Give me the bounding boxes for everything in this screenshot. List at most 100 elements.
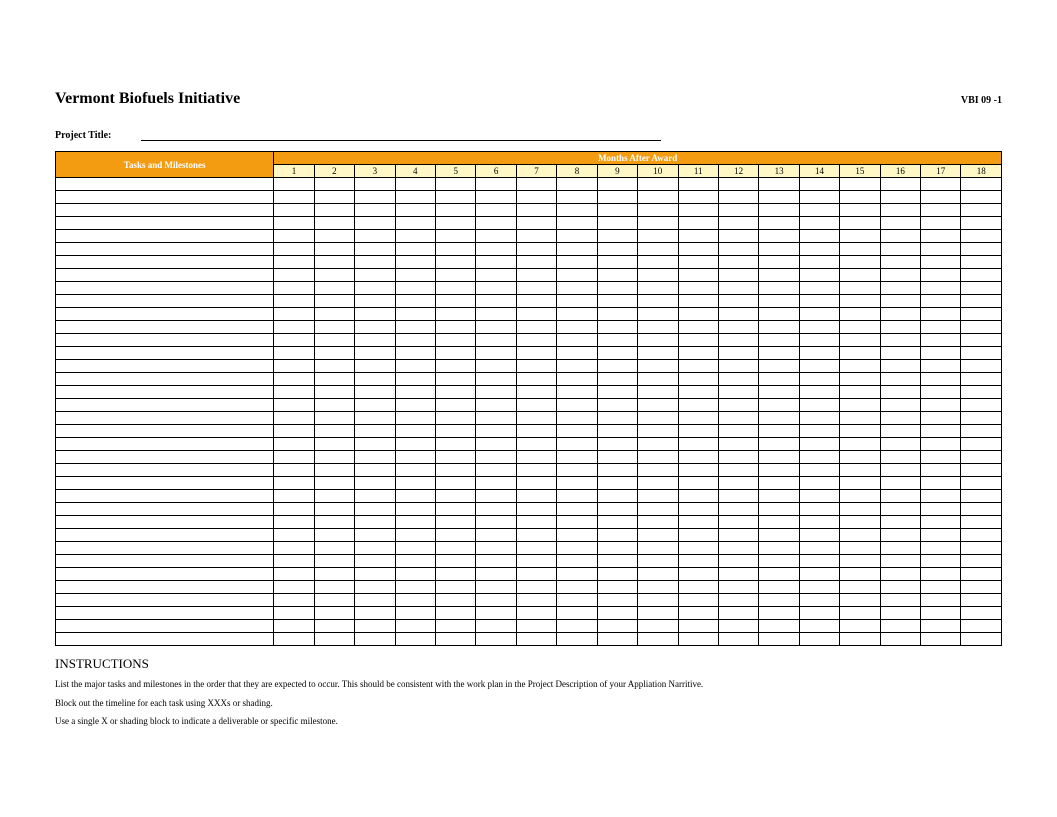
month-cell[interactable]	[395, 308, 435, 321]
month-cell[interactable]	[840, 477, 880, 490]
task-cell[interactable]	[56, 633, 274, 646]
month-cell[interactable]	[476, 490, 516, 503]
month-cell[interactable]	[961, 243, 1002, 256]
month-cell[interactable]	[314, 191, 354, 204]
month-cell[interactable]	[880, 360, 920, 373]
month-cell[interactable]	[516, 399, 556, 412]
month-cell[interactable]	[557, 412, 597, 425]
month-cell[interactable]	[314, 568, 354, 581]
month-cell[interactable]	[516, 308, 556, 321]
month-cell[interactable]	[759, 204, 799, 217]
task-cell[interactable]	[56, 217, 274, 230]
month-cell[interactable]	[678, 269, 718, 282]
month-cell[interactable]	[516, 347, 556, 360]
month-cell[interactable]	[840, 321, 880, 334]
month-cell[interactable]	[355, 464, 395, 477]
month-cell[interactable]	[557, 269, 597, 282]
month-cell[interactable]	[880, 178, 920, 191]
month-cell[interactable]	[516, 412, 556, 425]
month-cell[interactable]	[435, 555, 475, 568]
month-cell[interactable]	[516, 217, 556, 230]
month-cell[interactable]	[355, 269, 395, 282]
month-cell[interactable]	[759, 425, 799, 438]
month-cell[interactable]	[274, 425, 314, 438]
month-cell[interactable]	[759, 243, 799, 256]
month-cell[interactable]	[880, 620, 920, 633]
month-cell[interactable]	[718, 295, 758, 308]
month-cell[interactable]	[355, 256, 395, 269]
month-cell[interactable]	[678, 555, 718, 568]
task-cell[interactable]	[56, 269, 274, 282]
month-cell[interactable]	[274, 256, 314, 269]
month-cell[interactable]	[961, 269, 1002, 282]
month-cell[interactable]	[840, 438, 880, 451]
month-cell[interactable]	[638, 464, 678, 477]
month-cell[interactable]	[678, 230, 718, 243]
month-cell[interactable]	[880, 217, 920, 230]
month-cell[interactable]	[597, 282, 637, 295]
month-cell[interactable]	[718, 230, 758, 243]
month-cell[interactable]	[880, 373, 920, 386]
month-cell[interactable]	[355, 529, 395, 542]
month-cell[interactable]	[435, 399, 475, 412]
month-cell[interactable]	[880, 282, 920, 295]
month-cell[interactable]	[921, 204, 961, 217]
month-cell[interactable]	[921, 256, 961, 269]
month-cell[interactable]	[355, 581, 395, 594]
month-cell[interactable]	[638, 360, 678, 373]
month-cell[interactable]	[759, 542, 799, 555]
month-cell[interactable]	[799, 204, 839, 217]
month-cell[interactable]	[516, 360, 556, 373]
month-cell[interactable]	[921, 464, 961, 477]
month-cell[interactable]	[314, 399, 354, 412]
month-cell[interactable]	[516, 321, 556, 334]
month-cell[interactable]	[516, 386, 556, 399]
month-cell[interactable]	[638, 451, 678, 464]
month-cell[interactable]	[921, 529, 961, 542]
month-cell[interactable]	[435, 295, 475, 308]
month-cell[interactable]	[678, 178, 718, 191]
month-cell[interactable]	[395, 334, 435, 347]
month-cell[interactable]	[678, 321, 718, 334]
month-cell[interactable]	[921, 386, 961, 399]
month-cell[interactable]	[921, 607, 961, 620]
task-cell[interactable]	[56, 295, 274, 308]
month-cell[interactable]	[840, 347, 880, 360]
month-cell[interactable]	[678, 217, 718, 230]
month-cell[interactable]	[476, 191, 516, 204]
month-cell[interactable]	[718, 555, 758, 568]
month-cell[interactable]	[759, 607, 799, 620]
month-cell[interactable]	[557, 334, 597, 347]
month-cell[interactable]	[476, 607, 516, 620]
project-title-input-line[interactable]	[141, 130, 661, 141]
month-cell[interactable]	[880, 191, 920, 204]
month-cell[interactable]	[638, 204, 678, 217]
month-cell[interactable]	[880, 295, 920, 308]
task-cell[interactable]	[56, 243, 274, 256]
month-cell[interactable]	[840, 633, 880, 646]
month-cell[interactable]	[274, 503, 314, 516]
month-cell[interactable]	[638, 607, 678, 620]
month-cell[interactable]	[355, 191, 395, 204]
month-cell[interactable]	[961, 490, 1002, 503]
month-cell[interactable]	[921, 243, 961, 256]
month-cell[interactable]	[880, 490, 920, 503]
month-cell[interactable]	[476, 230, 516, 243]
month-cell[interactable]	[314, 243, 354, 256]
month-cell[interactable]	[435, 386, 475, 399]
month-cell[interactable]	[476, 425, 516, 438]
month-cell[interactable]	[638, 581, 678, 594]
month-cell[interactable]	[557, 529, 597, 542]
month-cell[interactable]	[516, 373, 556, 386]
month-cell[interactable]	[921, 308, 961, 321]
month-cell[interactable]	[880, 451, 920, 464]
month-cell[interactable]	[274, 269, 314, 282]
month-cell[interactable]	[435, 594, 475, 607]
month-cell[interactable]	[799, 438, 839, 451]
month-cell[interactable]	[880, 256, 920, 269]
month-cell[interactable]	[516, 282, 556, 295]
month-cell[interactable]	[516, 477, 556, 490]
month-cell[interactable]	[678, 191, 718, 204]
month-cell[interactable]	[314, 516, 354, 529]
month-cell[interactable]	[395, 594, 435, 607]
